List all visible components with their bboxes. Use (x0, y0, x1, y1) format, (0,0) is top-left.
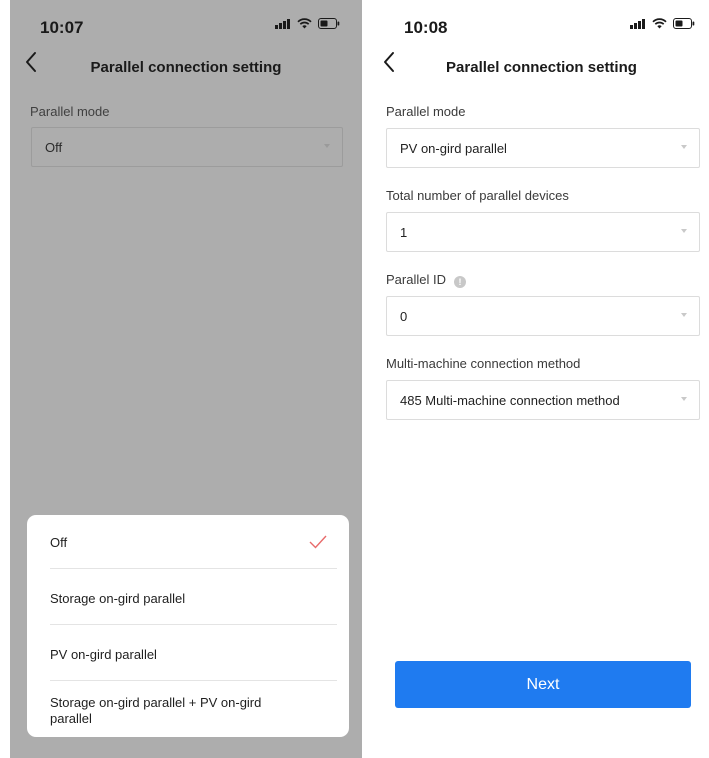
parallel-mode-label: Parallel mode (30, 104, 110, 119)
wifi-icon (652, 18, 667, 29)
status-bar: 10:07 (10, 0, 362, 42)
parallel-mode-select[interactable]: Off (31, 127, 343, 167)
dropdown-caret-icon (681, 313, 687, 317)
cellular-signal-icon (275, 18, 291, 29)
page-title: Parallel connection setting (446, 59, 637, 76)
nav-bar: Parallel connection setting (10, 42, 362, 88)
option-label: Storage on-gird parallel + PV on-gird pa… (50, 695, 262, 726)
dropdown-caret-icon (681, 145, 687, 149)
parallel-id-label: Parallel ID! (386, 272, 466, 288)
option-label: Off (50, 535, 68, 550)
dropdown-caret-icon (324, 144, 330, 148)
option-pv-on-gird-parallel[interactable]: PV on-gird parallel (27, 625, 349, 681)
option-off[interactable]: Off (27, 515, 349, 569)
parallel-mode-select[interactable]: PV on-gird parallel (386, 128, 700, 168)
next-button[interactable]: Next (395, 661, 691, 708)
total-devices-value: 1 (400, 225, 408, 240)
checkmark-icon (309, 535, 327, 554)
parallel-id-select[interactable]: 0 (386, 296, 700, 336)
parallel-id-label-text: Parallel ID (386, 272, 446, 287)
dropdown-caret-icon (681, 229, 687, 233)
option-storage-and-pv-parallel[interactable]: Storage on-gird parallel + PV on-gird pa… (27, 681, 349, 737)
parallel-mode-label: Parallel mode (386, 104, 466, 119)
info-icon[interactable]: ! (453, 276, 466, 288)
battery-icon (673, 18, 695, 29)
wifi-icon (297, 18, 312, 29)
status-bar: 10:08 (374, 0, 709, 42)
status-time: 10:07 (40, 18, 84, 37)
parallel-mode-value: PV on-gird parallel (400, 141, 507, 156)
parallel-mode-value: Off (45, 140, 63, 155)
connection-method-select[interactable]: 485 Multi-machine connection method (386, 380, 700, 420)
page-title: Parallel connection setting (90, 59, 282, 76)
right-phone-screen: 10:08 Parallel connection setting Parall… (374, 0, 709, 758)
option-storage-on-gird-parallel[interactable]: Storage on-gird parallel (27, 569, 349, 625)
nav-bar: Parallel connection setting (374, 42, 709, 88)
cellular-signal-icon (630, 18, 646, 29)
connection-method-label: Multi-machine connection method (386, 356, 581, 371)
parallel-mode-picker-sheet: Off Storage on-gird parallel PV on-gird … (27, 515, 349, 737)
total-devices-select[interactable]: 1 (386, 212, 700, 252)
system-icons (275, 18, 340, 29)
status-time: 10:08 (404, 18, 448, 37)
option-label: Storage on-gird parallel (50, 591, 186, 606)
dropdown-caret-icon (681, 397, 687, 401)
system-icons (630, 18, 695, 29)
left-phone-screen: 10:07 Parallel connection setting Parall… (10, 0, 362, 758)
battery-icon (318, 18, 340, 29)
total-devices-label: Total number of parallel devices (386, 188, 569, 203)
option-label: PV on-gird parallel (50, 647, 157, 662)
parallel-id-value: 0 (400, 309, 408, 324)
connection-method-value: 485 Multi-machine connection method (400, 393, 620, 408)
